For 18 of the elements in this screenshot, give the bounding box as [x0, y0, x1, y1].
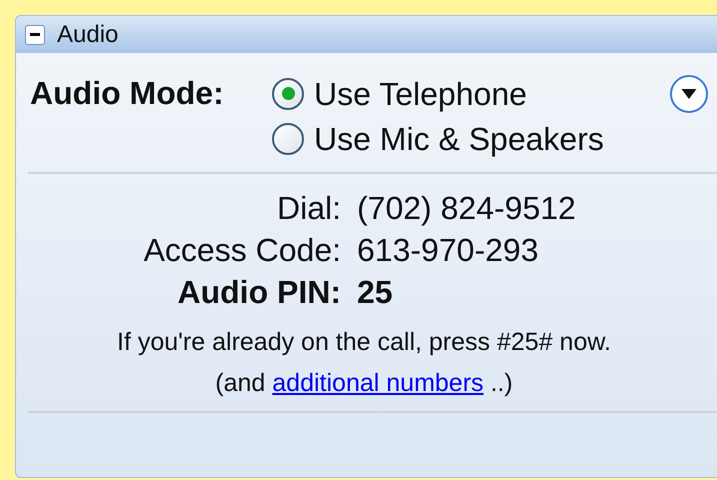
detail-label: Access Code:: [142, 234, 341, 266]
dropdown-button[interactable]: [670, 75, 708, 113]
collapse-button[interactable]: [25, 24, 45, 44]
detail-value: (702) 824-9512: [357, 192, 576, 224]
call-instructions: If you're already on the call, press #25# now.: [116, 327, 612, 358]
radio-option[interactable]: Use Telephone: [272, 71, 690, 116]
detail-value: 613-970-293: [357, 234, 538, 266]
detail-label: Dial:: [276, 192, 341, 224]
additional-numbers-text: (and additional numbers ..): [214, 368, 514, 399]
radio-option[interactable]: Use Mic & Speakers: [272, 116, 690, 161]
additional-numbers-link[interactable]: additional numbers: [272, 369, 484, 397]
panel-title: Audio: [57, 20, 118, 50]
radio-button[interactable]: [272, 122, 304, 154]
detail-value: 25: [357, 276, 393, 308]
caret-icon: [681, 89, 697, 99]
detail-label: Audio PIN:: [176, 276, 341, 308]
radio-button[interactable]: [272, 78, 304, 110]
audio-mode-label: Audio Mode:: [30, 74, 225, 113]
